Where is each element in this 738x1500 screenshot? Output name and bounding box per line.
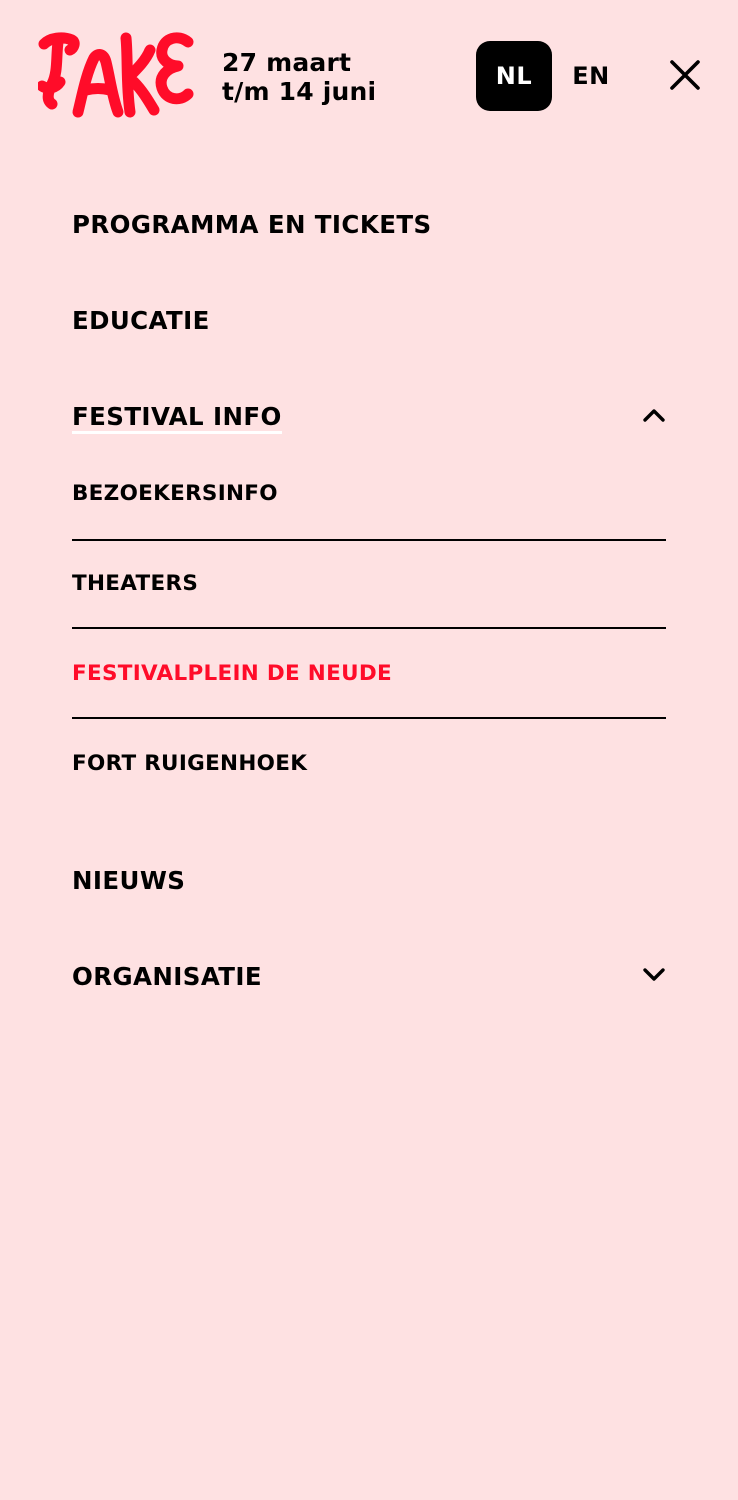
date-end: t/m 14 juni xyxy=(222,77,377,106)
close-icon[interactable] xyxy=(662,52,708,98)
date-start: 27 maart xyxy=(222,48,352,77)
menu-item-festival-info[interactable]: FESTIVAL INFO xyxy=(72,402,666,434)
header: 27 maart t/m 14 juni NL EN xyxy=(0,0,738,150)
submenu-item-fort-ruigenhoek[interactable]: FORT RUIGENHOEK xyxy=(72,751,666,776)
menu-item-educatie[interactable]: EDUCATIE xyxy=(72,306,666,335)
festival-logo[interactable] xyxy=(38,28,194,124)
menu-item-label: ORGANISATIE xyxy=(72,962,263,991)
submenu-item-festivalplein[interactable]: FESTIVALPLEIN DE NEUDE xyxy=(72,661,666,686)
menu-item-nieuws[interactable]: NIEUWS xyxy=(72,866,666,895)
menu-item-programma[interactable]: PROGRAMMA EN TICKETS xyxy=(72,210,666,239)
submenu-item-bezoekersinfo[interactable]: BEZOEKERSINFO xyxy=(72,481,666,506)
divider xyxy=(72,717,666,719)
divider xyxy=(72,539,666,541)
festival-dates: 27 maart t/m 14 juni xyxy=(222,48,376,106)
submenu-item-theaters[interactable]: THEATERS xyxy=(72,571,666,596)
menu-item-organisatie[interactable]: ORGANISATIE xyxy=(72,962,666,991)
menu-item-label: NIEUWS xyxy=(72,866,186,895)
menu-item-label: PROGRAMMA EN TICKETS xyxy=(72,210,432,239)
chevron-up-icon[interactable] xyxy=(642,406,666,424)
chevron-down-icon[interactable] xyxy=(642,966,666,984)
menu-item-label: EDUCATIE xyxy=(72,306,210,335)
language-en-button[interactable]: EN xyxy=(560,41,622,111)
divider xyxy=(72,627,666,629)
menu-item-label: FESTIVAL INFO xyxy=(72,402,282,434)
language-nl-button[interactable]: NL xyxy=(476,41,552,111)
